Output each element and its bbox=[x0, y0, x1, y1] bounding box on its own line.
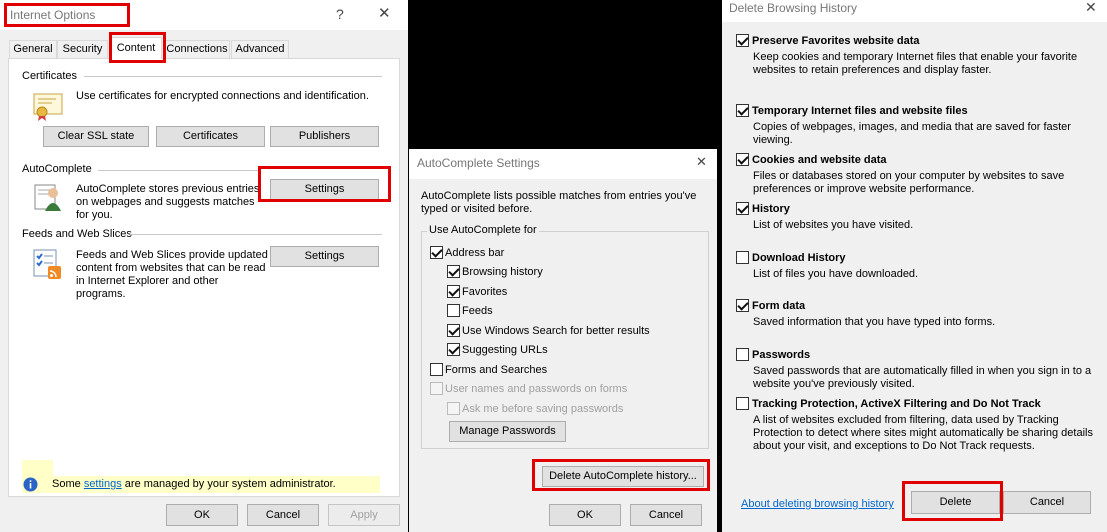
user-autocomplete-icon bbox=[33, 181, 65, 216]
favorites-label: Favorites bbox=[462, 286, 508, 298]
certificates-description: Use certificates for encrypted connectio… bbox=[76, 90, 369, 102]
admin-note-prefix: Some bbox=[52, 478, 81, 490]
feeds-heading: Feeds and Web Slices bbox=[22, 228, 132, 240]
group-label: Use AutoComplete for bbox=[427, 224, 539, 236]
address-bar-label: Address bar bbox=[445, 247, 505, 259]
delete-option-description: Files or databases stored on your comput… bbox=[753, 170, 1065, 195]
window-title: AutoComplete Settings bbox=[417, 156, 540, 170]
delete-option-label: Tracking Protection, ActiveX Filtering a… bbox=[752, 398, 1041, 410]
close-icon[interactable]: ✕ bbox=[378, 6, 391, 21]
autocomplete-heading: AutoComplete bbox=[22, 163, 92, 175]
tab-security[interactable]: Security bbox=[57, 40, 108, 59]
delete-option-description: List of websites you have visited. bbox=[753, 219, 914, 231]
about-deleting-link[interactable]: About deleting browsing history bbox=[741, 498, 894, 510]
delete-option-checkbox[interactable] bbox=[736, 299, 749, 312]
delete-option-checkbox[interactable] bbox=[736, 348, 749, 361]
windows-search-checkbox[interactable] bbox=[447, 324, 460, 337]
usernames-passwords-checkbox[interactable] bbox=[430, 382, 443, 395]
autocomplete-description: AutoComplete stores previous entries on … bbox=[76, 183, 260, 221]
suggesting-urls-label: Suggesting URLs bbox=[462, 344, 548, 356]
delete-option-description: List of files you have downloaded. bbox=[753, 268, 919, 280]
feeds-divider bbox=[130, 234, 382, 235]
manage-passwords-button[interactable]: Manage Passwords bbox=[449, 421, 566, 442]
ask-before-saving-checkbox[interactable] bbox=[447, 402, 460, 415]
delete-option-checkbox[interactable] bbox=[736, 34, 749, 47]
feeds-settings-button[interactable]: Settings bbox=[270, 246, 379, 267]
delete-option-checkbox[interactable] bbox=[736, 153, 749, 166]
delete-option-checkbox[interactable] bbox=[736, 202, 749, 215]
admin-info-bar-marker bbox=[22, 460, 53, 476]
info-icon bbox=[23, 477, 38, 495]
certificates-button[interactable]: Certificates bbox=[156, 126, 265, 147]
clear-ssl-state-button[interactable]: Clear SSL state bbox=[43, 126, 149, 147]
delete-option-description: Copies of webpages, images, and media th… bbox=[753, 121, 1071, 146]
window-title: Internet Options bbox=[10, 8, 96, 22]
autocomplete-divider bbox=[98, 170, 258, 171]
delete-option-label: History bbox=[752, 203, 790, 215]
favorites-checkbox[interactable] bbox=[447, 285, 460, 298]
ok-button[interactable]: OK bbox=[549, 504, 621, 526]
forms-searches-checkbox[interactable] bbox=[430, 363, 443, 376]
windows-search-label: Use Windows Search for better results bbox=[462, 325, 650, 337]
close-icon[interactable]: ✕ bbox=[1085, 0, 1097, 14]
delete-autocomplete-history-button[interactable]: Delete AutoComplete history... bbox=[542, 466, 704, 487]
delete-option-label: Form data bbox=[752, 300, 806, 312]
admin-settings-link[interactable]: settings bbox=[84, 478, 122, 490]
autocomplete-settings-button[interactable]: Settings bbox=[270, 179, 379, 200]
cancel-button[interactable]: Cancel bbox=[247, 504, 319, 526]
publishers-button[interactable]: Publishers bbox=[270, 126, 379, 147]
cancel-button[interactable]: Cancel bbox=[1003, 491, 1091, 514]
admin-note-suffix: are managed by your system administrator… bbox=[124, 478, 336, 490]
certificates-divider bbox=[84, 76, 382, 77]
delete-option-checkbox[interactable] bbox=[736, 104, 749, 117]
delete-option-checkbox[interactable] bbox=[736, 251, 749, 264]
close-icon[interactable]: ✕ bbox=[696, 155, 707, 168]
autocomplete-intro: AutoComplete lists possible matches from… bbox=[421, 190, 697, 215]
delete-option-label: Passwords bbox=[752, 349, 811, 361]
ask-before-saving-label: Ask me before saving passwords bbox=[462, 403, 624, 415]
delete-option-description: Saved information that you have typed in… bbox=[753, 316, 996, 328]
delete-option-label: Download History bbox=[752, 252, 846, 264]
certificates-heading: Certificates bbox=[22, 70, 78, 82]
cancel-button[interactable]: Cancel bbox=[630, 504, 702, 526]
apply-button[interactable]: Apply bbox=[328, 504, 400, 526]
delete-option-description: A list of websites excluded from filteri… bbox=[753, 414, 1093, 452]
usernames-passwords-label: User names and passwords on forms bbox=[445, 383, 628, 395]
delete-option-checkbox[interactable] bbox=[736, 397, 749, 410]
address-bar-checkbox[interactable] bbox=[430, 246, 443, 259]
autocomplete-settings-window: AutoComplete Settings ✕ AutoComplete lis… bbox=[409, 149, 717, 532]
delete-option-description: Saved passwords that are automatically f… bbox=[753, 365, 1092, 390]
delete-option-label: Cookies and website data bbox=[752, 154, 887, 166]
ok-button[interactable]: OK bbox=[166, 504, 238, 526]
window-title: Delete Browsing History bbox=[729, 1, 858, 15]
tab-advanced[interactable]: Advanced bbox=[231, 40, 289, 59]
feeds-icon bbox=[32, 248, 64, 283]
use-autocomplete-group bbox=[421, 231, 709, 449]
tab-general[interactable]: General bbox=[9, 40, 57, 59]
tab-connections[interactable]: Connections bbox=[164, 40, 230, 59]
suggesting-urls-checkbox[interactable] bbox=[447, 343, 460, 356]
browsing-history-label: Browsing history bbox=[462, 266, 543, 278]
feeds-checkbox[interactable] bbox=[447, 304, 460, 317]
admin-note: Some settings are managed by your system… bbox=[52, 478, 336, 490]
certificate-icon bbox=[32, 90, 64, 125]
delete-browsing-history-window: Delete Browsing History ✕ Preserve Favor… bbox=[722, 0, 1107, 532]
delete-option-label: Preserve Favorites website data bbox=[752, 35, 920, 47]
feeds-description: Feeds and Web Slices provide updated con… bbox=[76, 249, 268, 300]
delete-button[interactable]: Delete bbox=[911, 491, 1000, 514]
feeds-label: Feeds bbox=[462, 305, 493, 317]
browsing-history-checkbox[interactable] bbox=[447, 265, 460, 278]
tab-content[interactable]: Content bbox=[110, 37, 162, 60]
delete-option-label: Temporary Internet files and website fil… bbox=[752, 105, 968, 117]
forms-searches-label: Forms and Searches bbox=[445, 364, 548, 376]
internet-options-window: Internet Options ? ✕ General Security Co… bbox=[0, 0, 408, 532]
help-icon[interactable]: ? bbox=[336, 7, 344, 21]
delete-option-description: Keep cookies and temporary Internet file… bbox=[753, 51, 1078, 76]
